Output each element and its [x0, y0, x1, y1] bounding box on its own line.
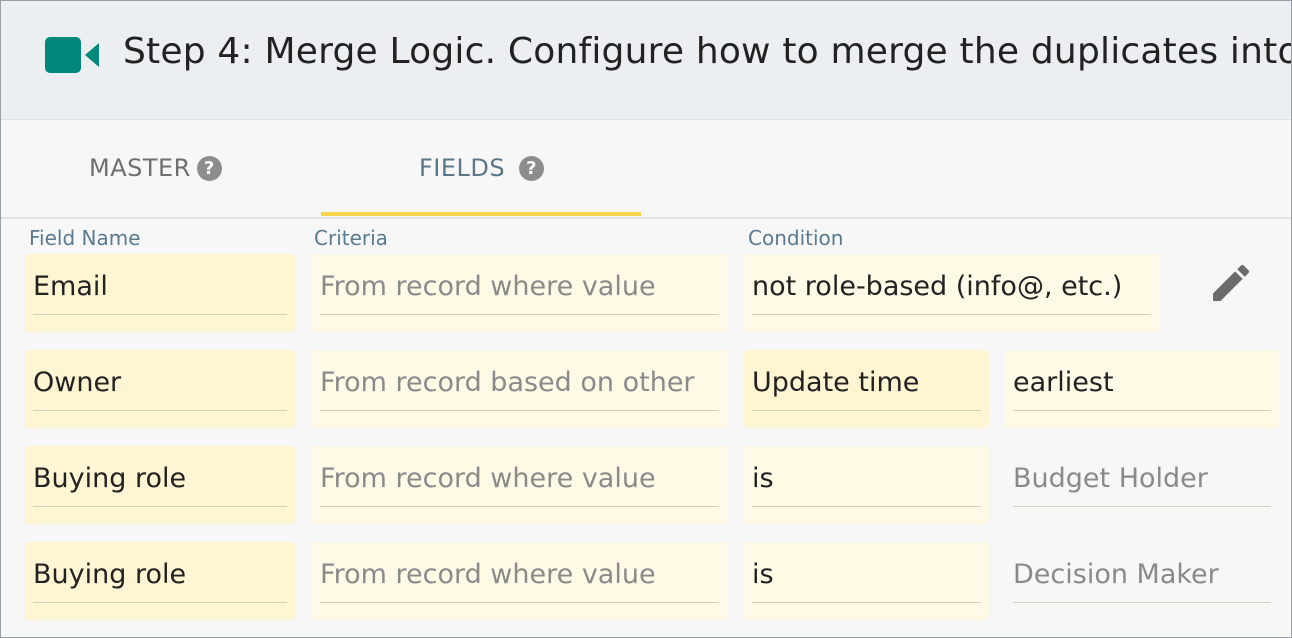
field-name-select[interactable]: Buying role [25, 446, 295, 524]
video-camera-icon [45, 37, 99, 73]
field-name-value: Email [33, 271, 108, 302]
tab-master[interactable]: MASTER ? [89, 150, 222, 186]
criteria-select[interactable]: From record where value [312, 254, 727, 332]
condition-select[interactable]: is [744, 542, 989, 620]
active-tab-indicator [321, 212, 641, 216]
tab-fields[interactable]: FIELDS ? [419, 150, 545, 186]
condition-value: is [752, 559, 774, 590]
header-bar: Step 4: Merge Logic. Configure how to me… [1, 1, 1291, 120]
column-header-criteria: Criteria [314, 226, 388, 250]
field-name-select[interactable]: Buying role [25, 542, 295, 620]
criteria-select[interactable]: From record where value [312, 446, 727, 524]
help-icon[interactable]: ? [196, 155, 222, 181]
value-text: earliest [1013, 367, 1114, 398]
field-name-value: Owner [33, 367, 122, 398]
field-name-select[interactable]: Owner [25, 350, 295, 428]
criteria-value: From record where value [320, 271, 656, 302]
condition-value: Update time [752, 367, 920, 398]
tab-fields-label: FIELDS [419, 154, 506, 182]
criteria-value: From record where value [320, 463, 656, 494]
condition-select[interactable]: is [744, 446, 989, 524]
field-name-select[interactable]: Email [25, 254, 295, 332]
criteria-select[interactable]: From record based on other [312, 350, 727, 428]
merge-logic-panel: Step 4: Merge Logic. Configure how to me… [0, 0, 1292, 638]
criteria-select[interactable]: From record where value [312, 542, 727, 620]
pencil-icon[interactable] [1207, 259, 1255, 307]
criteria-value: From record based on other [320, 367, 695, 398]
column-header-condition: Condition [748, 226, 844, 250]
value-input[interactable]: Budget Holder [1005, 446, 1279, 524]
field-name-value: Buying role [33, 559, 187, 590]
column-header-field-name: Field Name [29, 226, 141, 250]
condition-value: not role-based (info@, etc.) [752, 271, 1123, 302]
step-title: Step 4: Merge Logic. Configure how to me… [123, 31, 1292, 72]
help-icon[interactable]: ? [519, 155, 545, 181]
criteria-value: From record where value [320, 559, 656, 590]
tab-master-label: MASTER [89, 154, 191, 182]
condition-select[interactable]: Update time [744, 350, 989, 428]
value-text: Decision Maker [1013, 559, 1219, 590]
value-select[interactable]: earliest [1005, 350, 1279, 428]
condition-select[interactable]: not role-based (info@, etc.) [744, 254, 1159, 332]
field-name-value: Buying role [33, 463, 187, 494]
condition-value: is [752, 463, 774, 494]
value-text: Budget Holder [1013, 463, 1208, 494]
tab-bar: MASTER ? FIELDS ? [1, 120, 1291, 219]
value-input[interactable]: Decision Maker [1005, 542, 1279, 620]
